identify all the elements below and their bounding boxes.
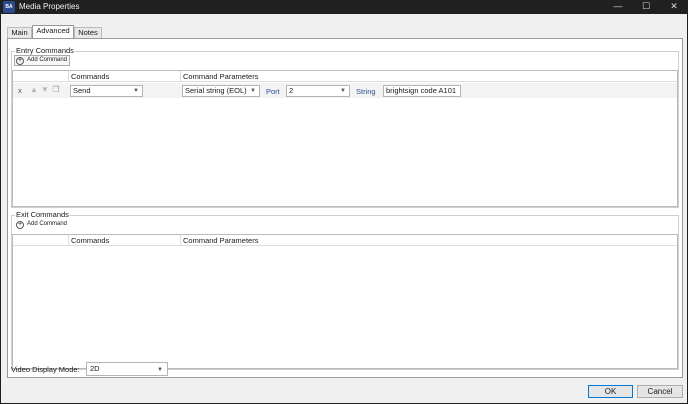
add-icon: +: [16, 220, 24, 229]
dialog-body: Main Notes Advanced Entry Commands + Add…: [1, 14, 687, 403]
remove-row-button[interactable]: x: [18, 86, 22, 95]
video-display-mode-label: Video Display Mode:: [11, 365, 80, 374]
add-command-label: Add Command: [27, 221, 68, 227]
chevron-down-icon: ▼: [250, 88, 256, 94]
window-title: Media Properties: [19, 2, 80, 11]
video-display-mode-select[interactable]: 2D ▼: [86, 362, 168, 376]
maximize-icon[interactable]: ☐: [632, 0, 660, 14]
move-up-icon[interactable]: ▲: [30, 86, 38, 94]
column-header-commands: Commands: [68, 71, 180, 82]
app-icon: BA: [3, 1, 15, 13]
advanced-tab-panel: Entry Commands + Add Command Commands Co…: [7, 38, 683, 378]
exit-commands-legend: Exit Commands: [15, 210, 70, 219]
grid-header: Commands Command Parameters: [13, 235, 677, 246]
video-display-mode-value: 2D: [90, 364, 100, 373]
add-command-label: Add Command: [27, 57, 68, 63]
grid-header: Commands Command Parameters: [13, 71, 677, 82]
move-down-icon[interactable]: ▼: [41, 86, 49, 94]
port-value: 2: [289, 86, 294, 95]
command-select[interactable]: Send ▼: [70, 85, 143, 97]
string-input[interactable]: brightsign code A101: [383, 85, 461, 97]
entry-add-command-button[interactable]: + Add Command: [14, 55, 71, 66]
command-type-value: Serial string (EOL): [185, 86, 247, 95]
ok-button[interactable]: OK: [588, 385, 633, 398]
entry-commands-grid: Commands Command Parameters x ▲ ▼ ❐ Send…: [12, 70, 678, 207]
cancel-button[interactable]: Cancel: [637, 385, 683, 398]
string-label: String: [356, 87, 376, 96]
title-bar: BA Media Properties — ☐ ✕: [0, 0, 688, 14]
minimize-icon[interactable]: —: [604, 0, 632, 14]
add-icon: +: [16, 56, 24, 65]
chevron-down-icon: ▼: [133, 88, 139, 94]
exit-commands-group: Exit Commands + Add Command Commands Com…: [11, 210, 679, 370]
port-label: Port: [266, 87, 280, 96]
column-header-command-parameters: Command Parameters: [180, 71, 677, 82]
chevron-down-icon: ▼: [157, 367, 163, 373]
table-row: x ▲ ▼ ❐ Send ▼ Serial string (EOL) ▼ Por…: [13, 83, 677, 98]
close-icon[interactable]: ✕: [660, 0, 688, 14]
column-header-command-parameters: Command Parameters: [180, 235, 677, 246]
entry-commands-group: Entry Commands + Add Command Commands Co…: [11, 46, 679, 208]
copy-icon[interactable]: ❐: [52, 86, 60, 94]
exit-commands-grid: Commands Command Parameters: [12, 234, 678, 369]
column-header-commands: Commands: [68, 235, 180, 246]
entry-commands-legend: Entry Commands: [15, 46, 75, 55]
port-select[interactable]: 2 ▼: [286, 85, 350, 97]
chevron-down-icon: ▼: [340, 88, 346, 94]
command-select-value: Send: [73, 86, 91, 95]
command-type-select[interactable]: Serial string (EOL) ▼: [182, 85, 260, 97]
exit-add-command-button[interactable]: + Add Command: [14, 219, 70, 230]
